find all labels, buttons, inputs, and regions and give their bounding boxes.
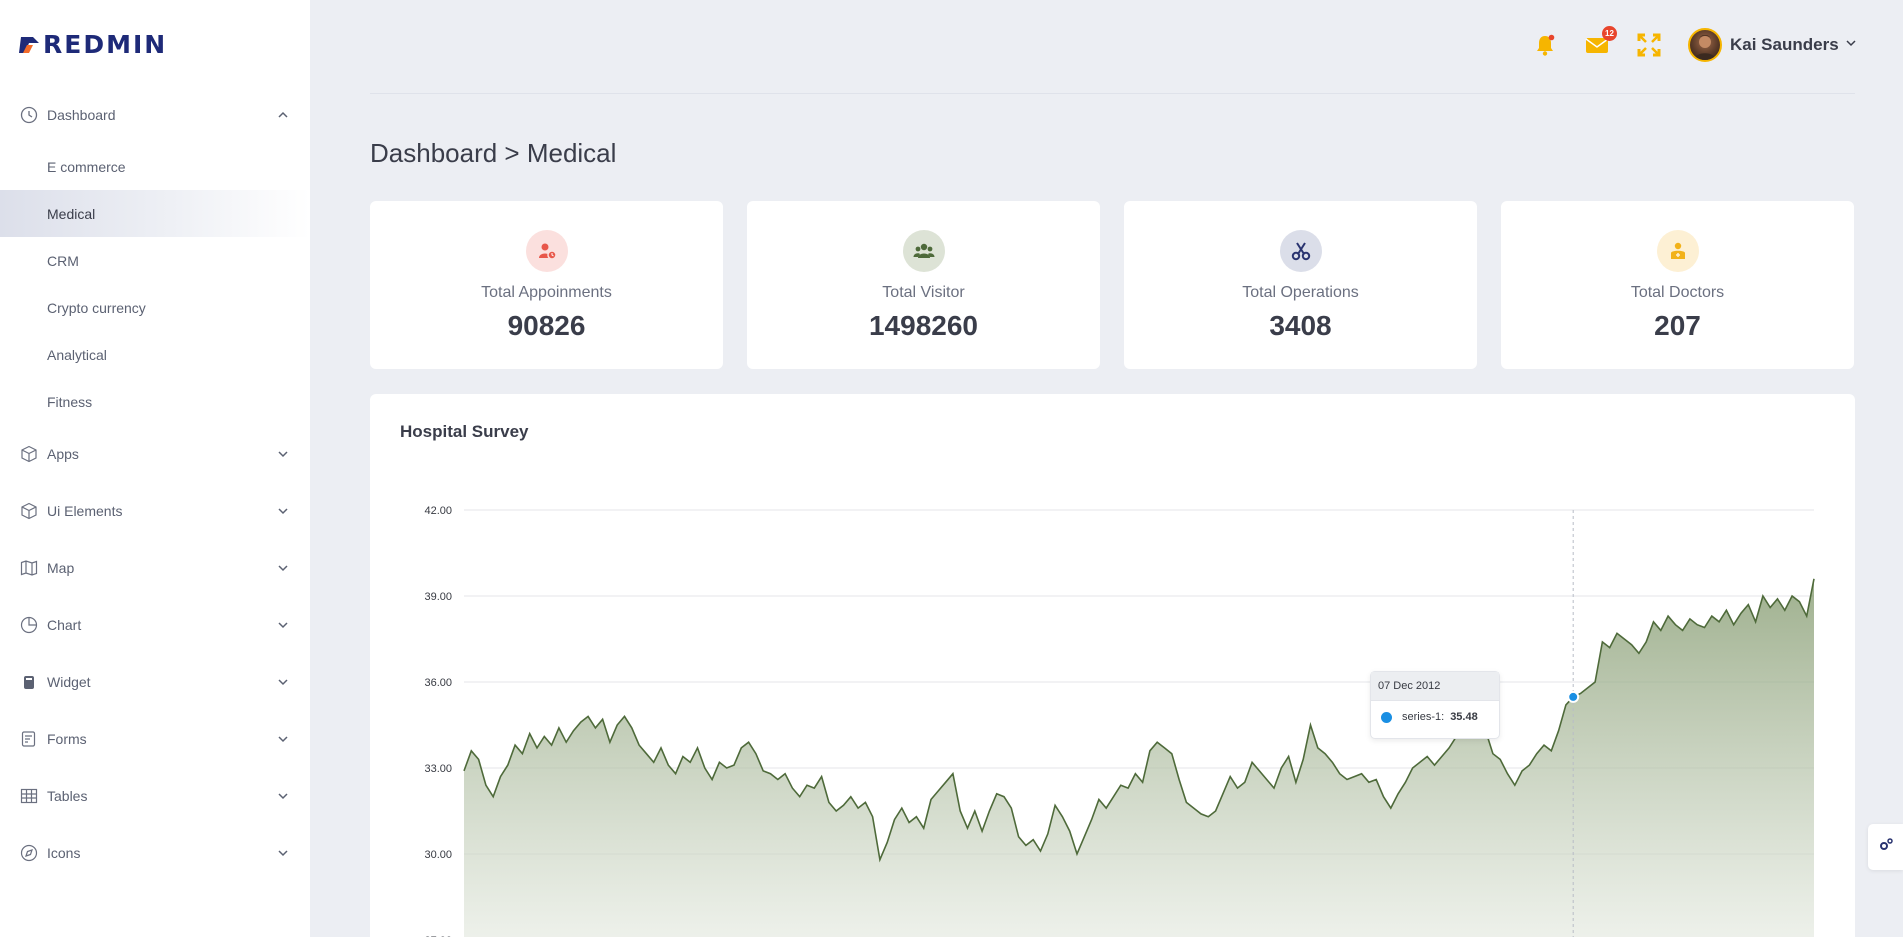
notification-bell-icon[interactable]: [1532, 32, 1558, 58]
mail-icon[interactable]: 12: [1584, 26, 1617, 58]
sidebar-item-apps[interactable]: Apps: [0, 425, 310, 482]
sidebar-subitem-ecommerce[interactable]: E commerce: [0, 143, 310, 190]
dashboard-icon: [19, 105, 39, 125]
stat-label: Total Operations: [1242, 284, 1359, 301]
sidebar-item-label: Chart: [47, 616, 82, 633]
stat-value: 3408: [1269, 310, 1332, 341]
sidebar-subitem-analytical[interactable]: Analytical: [0, 331, 310, 378]
chart-tooltip: 07 Dec 2012 series-1: 35.48: [1370, 671, 1500, 739]
chevron-down-icon: [276, 618, 290, 632]
stat-card-doctors: Total Doctors 207: [1501, 201, 1854, 369]
stat-card-operations: Total Operations 3408: [1124, 201, 1477, 369]
sidebar-subitem-crypto[interactable]: Crypto currency: [0, 284, 310, 331]
fullscreen-icon[interactable]: [1636, 32, 1662, 58]
scissors-icon: [1279, 230, 1322, 272]
sidebar-item-tables[interactable]: Tables: [0, 767, 310, 824]
sidebar-item-dashboard[interactable]: Dashboard: [0, 86, 310, 143]
sidebar-item-chart[interactable]: Chart: [0, 596, 310, 653]
stat-card-appointments: Total Appoinments 90826: [370, 201, 723, 369]
stat-label: Total Visitor: [882, 284, 965, 301]
appointment-icon: [525, 230, 568, 272]
header-divider: [370, 93, 1855, 94]
tooltip-series-name: series-1:: [1402, 711, 1445, 723]
stat-value: 90826: [507, 310, 586, 341]
user-name: Kai Saunders: [1730, 35, 1839, 54]
y-tick-label: 42.00: [424, 505, 452, 517]
series-color-dot: [1381, 711, 1392, 723]
page-title: Dashboard > Medical: [370, 138, 617, 168]
sidebar-item-ui-elements[interactable]: Ui Elements: [0, 482, 310, 539]
sidebar-subitem-medical[interactable]: Medical: [0, 190, 310, 237]
box-icon: [19, 444, 39, 464]
gear-icon: [1878, 837, 1894, 858]
hospital-survey-card: Hospital Survey 42.00 39.00 36.00 33.00 30.0…: [370, 394, 1855, 937]
y-tick-label: 36.00: [424, 677, 452, 689]
dashboard-submenu: E commerce Medical CRM Crypto currency A…: [0, 143, 310, 425]
pie-chart-icon: [19, 615, 39, 635]
logo-mark-icon: [19, 35, 41, 55]
y-tick-label: 39.00: [424, 591, 452, 603]
brand-name: REDMIN: [43, 30, 168, 59]
y-tick-label: 30.00: [424, 849, 452, 861]
avatar: [1688, 28, 1722, 62]
tooltip-date: 07 Dec 2012: [1371, 672, 1499, 701]
hospital-survey-chart[interactable]: 42.0039.0036.0033.0030.0027.00: [370, 394, 1855, 937]
sidebar-subitem-fitness[interactable]: Fitness: [0, 378, 310, 425]
user-menu[interactable]: Kai Saunders: [1688, 28, 1857, 62]
stat-card-visitor: Total Visitor 1498260: [747, 201, 1100, 369]
chevron-down-icon: [276, 789, 290, 803]
form-icon: [19, 729, 39, 749]
chevron-down-icon: [276, 846, 290, 860]
chevron-up-icon: [276, 108, 290, 122]
sidebar-item-label: Apps: [47, 445, 79, 462]
y-tick-label: 33.00: [424, 763, 452, 775]
stat-label: Total Appoinments: [481, 284, 612, 301]
settings-gear-button[interactable]: [1868, 824, 1903, 870]
brand-logo[interactable]: REDMIN: [19, 30, 167, 59]
box-icon: [19, 501, 39, 521]
sidebar-item-label: Widget: [47, 673, 91, 690]
sidebar-subitem-crm[interactable]: CRM: [0, 237, 310, 284]
compass-icon: [19, 843, 39, 863]
sidebar-item-map[interactable]: Map: [0, 539, 310, 596]
sidebar-item-label: Forms: [47, 730, 87, 747]
tooltip-body: series-1: 35.48: [1371, 701, 1499, 733]
chevron-down-icon: [276, 447, 290, 461]
chevron-down-icon: [276, 732, 290, 746]
widget-icon: [19, 672, 39, 692]
sidebar-item-widget[interactable]: Widget: [0, 653, 310, 710]
series-area: [464, 578, 1814, 937]
mail-count-badge: 12: [1602, 26, 1617, 41]
stat-value: 1498260: [868, 310, 978, 341]
users-icon: [902, 230, 945, 272]
hover-marker: [1567, 690, 1580, 703]
stat-label: Total Doctors: [1630, 284, 1725, 301]
chevron-down-icon: [276, 504, 290, 518]
doctor-icon: [1656, 230, 1699, 272]
map-icon: [19, 558, 39, 578]
chevron-down-icon: [276, 675, 290, 689]
tooltip-value: 35.48: [1450, 711, 1478, 723]
chevron-down-icon: [1845, 36, 1857, 54]
chevron-down-icon: [276, 561, 290, 575]
sidebar-item-label: Dashboard: [47, 106, 116, 123]
sidebar: REDMIN Dashboard E commerce Medical CRM …: [0, 0, 310, 937]
sidebar-item-icons[interactable]: Icons: [0, 824, 310, 881]
sidebar-item-label: Icons: [47, 844, 81, 861]
sidebar-item-forms[interactable]: Forms: [0, 710, 310, 767]
sidebar-nav: Dashboard E commerce Medical CRM Crypto …: [0, 86, 310, 881]
sidebar-item-label: Ui Elements: [47, 502, 123, 519]
stat-value: 207: [1654, 310, 1701, 341]
sidebar-item-label: Map: [47, 559, 75, 576]
table-icon: [19, 786, 39, 806]
sidebar-item-label: Tables: [47, 787, 88, 804]
